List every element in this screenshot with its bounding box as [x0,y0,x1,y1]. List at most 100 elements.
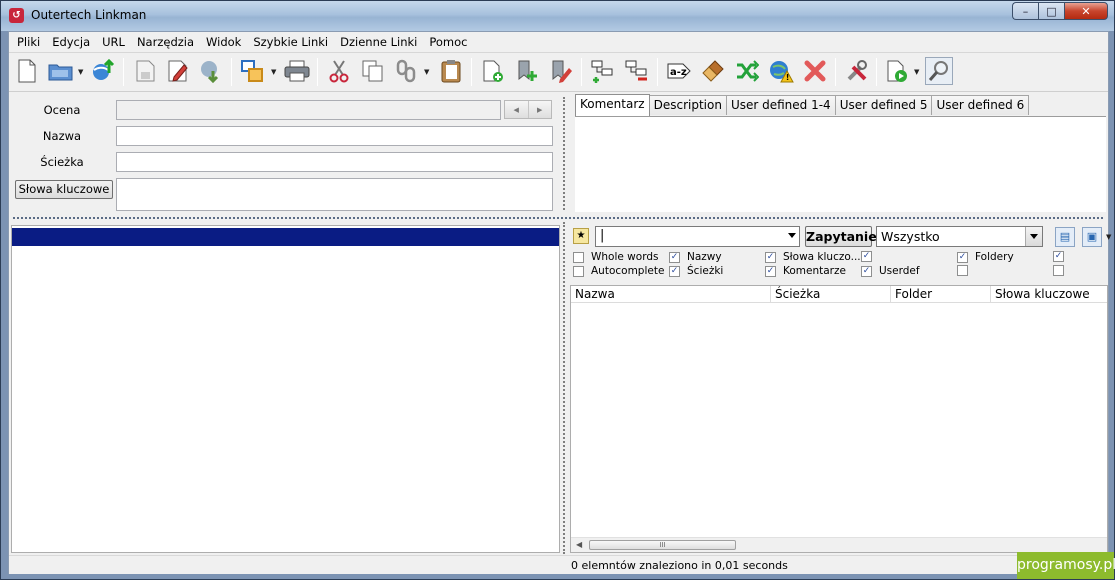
whole-words-checkbox[interactable] [573,251,584,263]
userdef-extra-option[interactable] [957,265,975,276]
folder-tree-pane[interactable] [11,225,560,553]
link-icon[interactable] [393,57,421,85]
add-bookmark-icon[interactable] [513,57,541,85]
autocomplete-checkbox[interactable] [573,265,584,277]
open-dropdown-icon[interactable]: ▼ [78,68,83,76]
comment-text-area[interactable] [575,116,1106,212]
keywords-button[interactable]: Słowa kluczowe [15,180,113,199]
delete-folder-icon[interactable] [623,57,651,85]
scroll-left-icon[interactable]: ◀ [576,540,582,549]
rating-decrease-icon[interactable]: ◀ [505,101,529,118]
add-folder-icon[interactable] [589,57,617,85]
tab-description[interactable]: Description [648,95,727,115]
vertical-splitter-bottom[interactable] [561,222,567,554]
folders-extra-checkbox[interactable] [1053,251,1064,262]
userdef-option[interactable]: Userdef [861,265,920,277]
view-dropdown-icon[interactable]: ▼ [1106,233,1111,241]
layout-view-icon[interactable]: ▣ [1082,227,1102,247]
column-header-folder[interactable]: Folder [891,286,991,303]
details-view-icon[interactable]: ▤ [1055,227,1075,247]
tab-komentarz[interactable]: Komentarz [575,94,650,116]
menu-szybkie-linki[interactable]: Szybkie Linki [247,32,334,51]
folders-extra-option[interactable] [1053,251,1071,262]
scope-dropdown-icon[interactable] [1025,227,1042,246]
query-builder-icon[interactable]: ★ [573,228,589,244]
folders-option[interactable]: Foldery [957,251,1014,263]
scroll-thumb[interactable]: III [589,540,736,550]
title-bar[interactable]: ↺ Outertech Linkman – □ ✕ [1,1,1114,31]
edit-icon[interactable] [164,57,192,85]
minimize-button[interactable]: – [1012,2,1038,20]
menu-narzedzia[interactable]: Narzędzia [131,32,200,51]
edit-bookmark-icon[interactable] [547,57,575,85]
import-icon[interactable] [89,57,117,85]
menu-pomoc[interactable]: Pomoc [423,32,473,51]
whole-words-option[interactable]: Whole words [573,251,658,263]
menu-edycja[interactable]: Edycja [46,32,96,51]
play-dropdown-icon[interactable]: ▼ [914,68,919,76]
rating-increase-icon[interactable]: ▶ [529,101,552,118]
misc-extra-checkbox[interactable] [1053,265,1064,276]
menu-pliki[interactable]: Pliki [11,32,46,51]
check-links-icon[interactable]: ! [767,57,795,85]
linkman-app-icon[interactable]: ↺ [9,8,24,23]
close-button[interactable]: ✕ [1064,2,1108,20]
search-history-dropdown-icon[interactable] [788,233,796,238]
folders-checkbox[interactable] [957,251,968,263]
column-header-name[interactable]: Nazwa [571,286,771,303]
horizontal-splitter[interactable] [9,214,1108,221]
comments-checkbox[interactable] [765,265,776,277]
userdef-checkbox[interactable] [861,265,872,277]
link-dropdown-icon[interactable]: ▼ [424,68,429,76]
path-field[interactable] [116,152,553,172]
clean-icon[interactable] [699,57,727,85]
copy-icon[interactable] [359,57,387,85]
tab-user-defined-5[interactable]: User defined 5 [834,95,933,115]
results-horizontal-scrollbar[interactable]: ◀ III [571,537,1107,552]
save-icon[interactable] [131,57,159,85]
new-document-icon[interactable] [13,57,41,85]
keywords-extra-option[interactable] [861,251,879,262]
search-query-input[interactable] [595,226,800,247]
add-document-icon[interactable] [479,57,507,85]
userdef-extra-checkbox[interactable] [957,265,968,276]
vertical-splitter-top[interactable] [561,93,567,214]
names-option[interactable]: Nazwy [669,251,722,263]
tree-view-dropdown-icon[interactable]: ▼ [271,68,276,76]
export-icon[interactable] [197,57,225,85]
keywords-field[interactable] [116,178,553,211]
paths-checkbox[interactable] [669,265,680,277]
rating-field[interactable] [116,100,501,120]
autocomplete-option[interactable]: Autocomplete [573,265,664,277]
print-icon[interactable] [283,57,311,85]
menu-url[interactable]: URL [96,32,131,51]
keywords-extra-checkbox[interactable] [861,251,872,262]
play-document-icon[interactable] [883,57,911,85]
open-folder-icon[interactable] [47,57,75,85]
keywords-checkbox[interactable] [765,251,776,263]
name-field[interactable] [116,126,553,146]
menu-dzienne-linki[interactable]: Dzienne Linki [334,32,423,51]
query-button[interactable]: Zapytanie [805,226,877,247]
maximize-button[interactable]: □ [1038,2,1064,20]
column-header-keywords[interactable]: Słowa kluczowe [991,286,1107,303]
sort-az-icon[interactable]: a-z [665,57,693,85]
paths-option[interactable]: Ścieżki [669,265,723,277]
tools-icon[interactable] [843,57,871,85]
delete-icon[interactable] [801,57,829,85]
shuffle-icon[interactable] [733,57,761,85]
search-icon[interactable] [925,57,953,85]
selected-tree-item[interactable] [12,228,559,246]
paste-icon[interactable] [437,57,465,85]
search-results-list[interactable]: Nazwa Ścieżka Folder Słowa kluczowe ◀ II… [570,285,1108,553]
column-header-path[interactable]: Ścieżka [771,286,891,303]
search-scope-select[interactable]: Wszystko [876,226,1043,247]
names-checkbox[interactable] [669,251,680,263]
tab-user-defined-1-4[interactable]: User defined 1-4 [725,95,836,115]
menu-widok[interactable]: Widok [200,32,247,51]
keywords-option[interactable]: Słowa kluczo... [765,251,861,263]
misc-extra-option[interactable] [1053,265,1071,276]
tree-view-icon[interactable] [239,57,267,85]
tab-user-defined-6[interactable]: User defined 6 [931,95,1030,115]
cut-icon[interactable] [325,57,353,85]
